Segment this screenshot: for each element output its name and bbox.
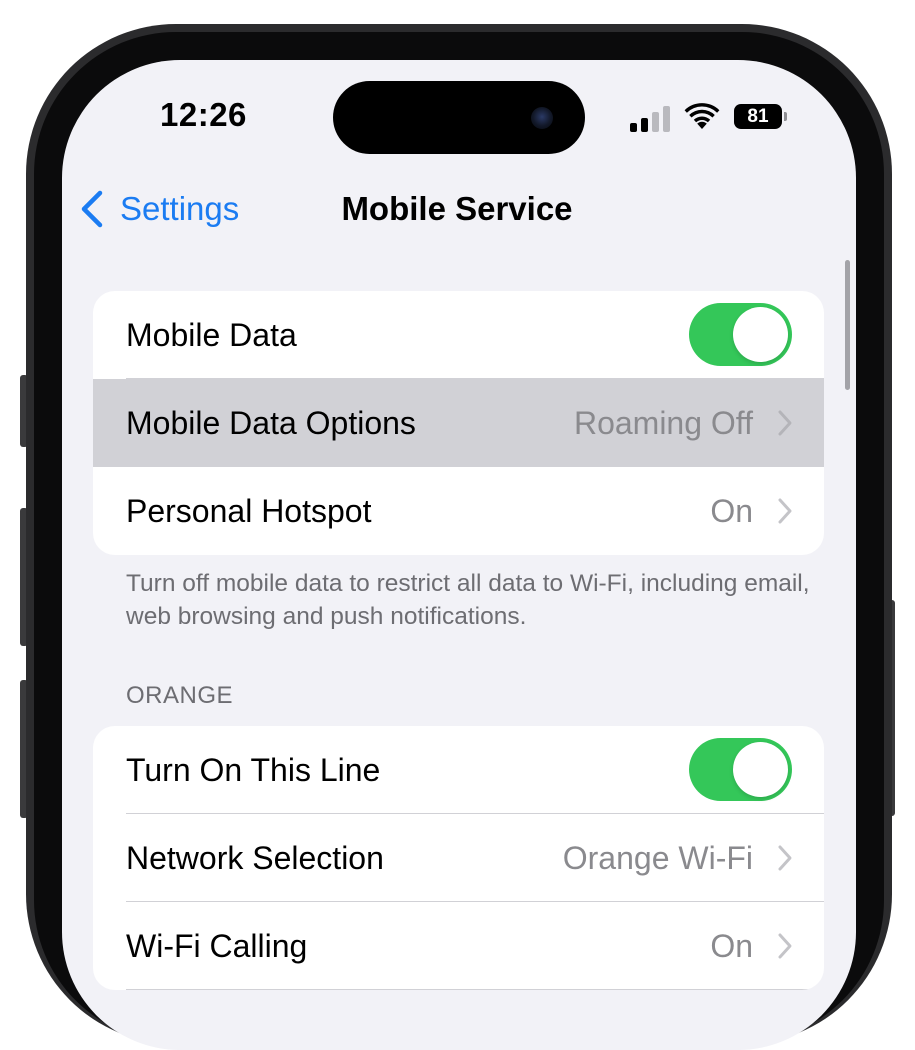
turn-on-line-toggle[interactable]	[689, 738, 792, 801]
mobile-data-toggle[interactable]	[689, 303, 792, 366]
row-value: On	[710, 928, 753, 964]
battery-icon: 81	[734, 104, 782, 129]
mobile-data-group: Mobile Data Mobile Data Options Roaming …	[93, 291, 824, 555]
wifi-icon	[684, 103, 720, 129]
chevron-right-icon	[778, 410, 792, 436]
page-title: Mobile Service	[341, 190, 573, 227]
turn-on-line-row: Turn On This Line	[93, 726, 824, 814]
row-label: Mobile Data	[126, 317, 297, 353]
row-label: Personal Hotspot	[126, 493, 372, 529]
phone-screen: 12:26 81 Settings Mobile Service Mobile …	[62, 60, 856, 1050]
scroll-indicator[interactable]	[845, 260, 850, 390]
chevron-right-icon	[778, 845, 792, 871]
row-label: Mobile Data Options	[126, 405, 416, 441]
row-label: Network Selection	[126, 840, 384, 876]
row-label: Wi-Fi Calling	[126, 928, 308, 964]
chevron-right-icon	[778, 498, 792, 524]
network-selection-row[interactable]: Network Selection Orange Wi-Fi	[93, 814, 824, 902]
mobile-data-row: Mobile Data	[93, 291, 824, 379]
chevron-right-icon	[778, 933, 792, 959]
mobile-data-options-row[interactable]: Mobile Data Options Roaming Off	[93, 379, 824, 467]
row-value: On	[710, 493, 753, 529]
toggle-knob	[733, 307, 788, 362]
personal-hotspot-row[interactable]: Personal Hotspot On	[93, 467, 824, 555]
wifi-calling-row[interactable]: Wi-Fi Calling On	[93, 902, 824, 990]
mobile-data-footer-note: Turn off mobile data to restrict all dat…	[126, 570, 810, 630]
row-value: Orange Wi-Fi	[562, 840, 753, 876]
battery-cap	[784, 112, 787, 121]
dynamic-island	[333, 81, 585, 154]
carrier-section-header: ORANGE	[126, 682, 234, 709]
row-label: Turn On This Line	[126, 752, 381, 788]
row-separator	[126, 989, 824, 990]
cellular-signal-icon	[630, 104, 674, 132]
carrier-group: Turn On This Line Network Selection Oran…	[93, 726, 824, 990]
front-camera-icon	[531, 107, 553, 129]
toggle-knob	[733, 742, 788, 797]
status-time: 12:26	[160, 96, 247, 133]
row-value: Roaming Off	[573, 405, 753, 441]
